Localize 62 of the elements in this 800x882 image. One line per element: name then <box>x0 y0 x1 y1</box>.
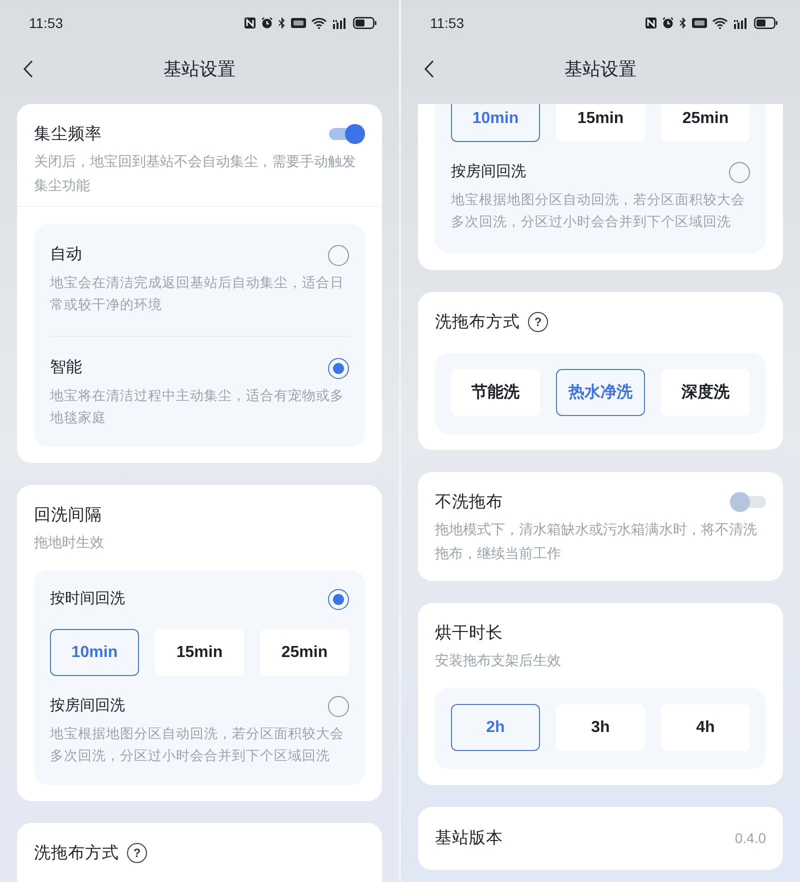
option-button[interactable]: 3h <box>556 704 645 751</box>
bluetooth-icon <box>679 17 687 29</box>
toggle-switch[interactable] <box>329 124 365 144</box>
option-description: 地宝根据地图分区自动回洗，若分区面积较大会多次回洗，分区过小时会合并到下个区域回洗 <box>451 191 746 231</box>
option-button[interactable]: 15min <box>155 629 244 676</box>
radio-button[interactable] <box>328 588 349 610</box>
nfc-icon <box>645 17 657 29</box>
section-description: 安装拖布支架后生效 <box>434 651 562 670</box>
section-title: 烘干时长 <box>435 622 503 644</box>
help-icon[interactable]: ? <box>528 312 548 332</box>
status-time: 11:53 <box>430 14 464 32</box>
signal-icon <box>733 17 749 29</box>
option-button[interactable]: 4h <box>661 704 750 751</box>
signal-icon <box>332 17 348 29</box>
battery-icon <box>754 17 778 29</box>
option-label: 按房间回洗 <box>451 162 526 182</box>
option-button[interactable]: 10min <box>451 104 540 142</box>
radio-button[interactable] <box>729 162 750 182</box>
option-label: 按时间回洗 <box>50 588 125 609</box>
section-title: 集尘频率 <box>34 124 102 145</box>
option-button[interactable]: 热水净洗 <box>556 369 645 416</box>
section-description: 关闭后，地宝回到基站不会自动集尘，需要手动触发集尘功能 <box>33 152 357 195</box>
page-title: 基站设置 <box>164 58 236 80</box>
status-time: 11:53 <box>29 14 63 32</box>
back-icon <box>424 60 434 78</box>
section-title: 洗拖布方式 <box>34 842 119 864</box>
option-button[interactable]: 节能洗 <box>451 369 540 416</box>
battery-icon <box>353 17 377 29</box>
version-value: 0.4.0 <box>734 829 766 848</box>
nfc-icon <box>244 17 256 29</box>
option-description: 地宝根据地图分区自动回洗，若分区面积较大会多次回洗，分区过小时会合并到下个区域回洗 <box>50 725 345 765</box>
option-label: 自动 <box>50 245 82 265</box>
option-button[interactable]: 2h <box>451 704 540 751</box>
radio-button[interactable] <box>328 244 349 266</box>
option-label: 智能 <box>50 358 82 378</box>
alarm-icon <box>261 17 273 29</box>
option-button[interactable]: 25min <box>661 104 750 142</box>
option-button[interactable]: 深度洗 <box>661 369 750 416</box>
wifi-icon <box>311 17 327 29</box>
option-description: 地宝会在清洁完成返回基站后自动集尘，适合日常或较干净的环境 <box>50 274 345 314</box>
section-title: 回洗间隔 <box>34 504 102 526</box>
section-title: 洗拖布方式 <box>435 312 520 333</box>
section-description: 拖地模式下，清水箱缺水或污水箱满水时，将不清洗拖布，继续当前工作 <box>434 520 758 563</box>
wifi-icon <box>712 17 728 29</box>
radio-button[interactable] <box>328 358 349 378</box>
hd-badge-icon <box>291 18 306 28</box>
section-description: 拖地时生效 <box>33 533 105 552</box>
section-title: 基站版本 <box>435 828 503 850</box>
option-label: 按房间回洗 <box>50 696 125 716</box>
toggle-switch[interactable] <box>730 492 766 512</box>
page-title: 基站设置 <box>564 58 636 80</box>
option-button[interactable]: 25min <box>260 629 349 676</box>
alarm-icon <box>662 17 674 29</box>
section-title: 不洗拖布 <box>435 492 503 513</box>
option-description: 地宝将在清洁过程中主动集尘，适合有宠物或多地毯家庭 <box>50 387 345 427</box>
help-icon[interactable]: ? <box>127 843 147 863</box>
option-button[interactable]: 10min <box>50 629 139 676</box>
radio-button[interactable] <box>328 696 349 716</box>
back-icon <box>23 60 33 78</box>
option-button[interactable]: 15min <box>556 104 645 142</box>
hd-badge-icon <box>692 18 707 28</box>
bluetooth-icon <box>278 17 286 29</box>
